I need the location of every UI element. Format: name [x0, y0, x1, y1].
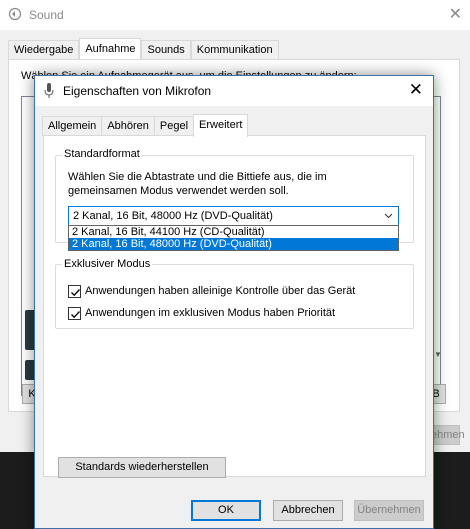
format-option-cd[interactable]: 2 Kanal, 16 Bit, 44100 Hz (CD-Qualität)	[69, 226, 398, 238]
default-format-legend: Standardformat	[62, 148, 142, 160]
tab-abhoeren[interactable]: Abhören	[101, 116, 155, 136]
tab-wiedergabe[interactable]: Wiedergabe	[8, 40, 80, 60]
sound-window-titlebar: Sound ✕	[0, 0, 470, 30]
apply-button[interactable]: Übernehmen	[354, 500, 424, 521]
tab-pegel[interactable]: Pegel	[153, 116, 195, 136]
chevron-down-icon[interactable]	[384, 209, 393, 226]
format-option-dvd[interactable]: 2 Kanal, 16 Bit, 48000 Hz (DVD-Qualität)	[69, 238, 398, 250]
exclusive-control-checkbox[interactable]	[68, 284, 81, 298]
microphone-icon	[44, 83, 54, 98]
cancel-button[interactable]: Abbrechen	[273, 500, 343, 521]
exclusive-control-option[interactable]: Anwendungen haben alleinige Kontrolle üb…	[68, 283, 355, 299]
default-format-description: Wählen Sie die Abtastrate und die Bittie…	[68, 171, 327, 197]
default-format-group: Standardformat Wählen Sie die Abtastrate…	[55, 148, 414, 251]
close-icon[interactable]: ✕	[409, 80, 423, 100]
advanced-panel: Standardformat Wählen Sie die Abtastrate…	[43, 135, 426, 478]
dialog-title: Eigenschaften von Mikrofon	[63, 84, 212, 98]
format-dropdown-list: 2 Kanal, 16 Bit, 44100 Hz (CD-Qualität) …	[68, 225, 399, 251]
sound-window-title: Sound	[29, 8, 64, 22]
exclusive-priority-label: Anwendungen im exklusiven Modus haben Pr…	[85, 307, 336, 319]
exclusive-mode-legend: Exklusiver Modus	[62, 258, 153, 270]
exclusive-priority-checkbox[interactable]	[68, 306, 81, 320]
tab-kommunikation[interactable]: Kommunikation	[190, 40, 279, 60]
tab-allgemein[interactable]: Allgemein	[42, 116, 103, 136]
exclusive-mode-group: Exklusiver Modus Anwendungen haben allei…	[55, 258, 414, 329]
dialog-tabs: Allgemein Abhören Pegel Erweitert	[42, 114, 249, 137]
tab-aufnahme[interactable]: Aufnahme	[79, 38, 142, 60]
sound-close-icon[interactable]: ✕	[449, 4, 462, 24]
format-select[interactable]: 2 Kanal, 16 Bit, 48000 Hz (DVD-Qualität)	[68, 206, 399, 226]
tab-sounds[interactable]: Sounds	[141, 40, 191, 60]
tab-erweitert[interactable]: Erweitert	[193, 114, 249, 137]
format-select-value: 2 Kanal, 16 Bit, 48000 Hz (DVD-Qualität)	[73, 210, 273, 222]
restore-defaults-button[interactable]: Standards wiederherstellen	[58, 457, 226, 478]
exclusive-priority-option[interactable]: Anwendungen im exklusiven Modus haben Pr…	[68, 305, 335, 321]
microphone-properties-dialog: Eigenschaften von Mikrofon ✕ Allgemein A…	[34, 75, 434, 529]
exclusive-control-label: Anwendungen haben alleinige Kontrolle üb…	[85, 285, 356, 297]
dialog-titlebar: Eigenschaften von Mikrofon ✕	[35, 76, 433, 106]
ok-button[interactable]: OK	[191, 500, 261, 521]
speaker-icon	[8, 7, 22, 21]
sound-tabs: Wiedergabe Aufnahme Sounds Kommunikation	[8, 38, 279, 60]
